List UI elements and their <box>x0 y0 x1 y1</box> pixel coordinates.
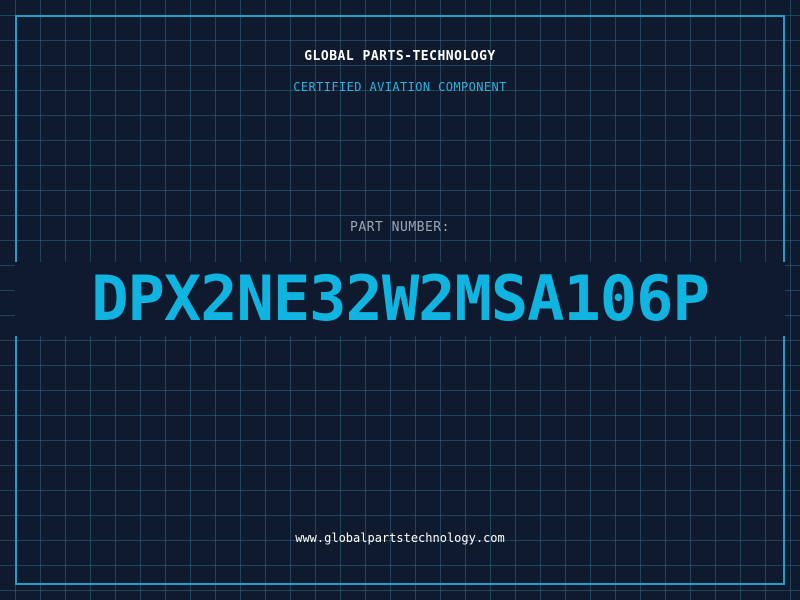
website-url: www.globalpartstechnology.com <box>295 531 505 545</box>
part-label-card: GLOBAL PARTS-TECHNOLOGY CERTIFIED AVIATI… <box>0 0 800 600</box>
certification-tagline: CERTIFIED AVIATION COMPONENT <box>293 80 507 94</box>
company-name: GLOBAL PARTS-TECHNOLOGY <box>304 49 496 64</box>
part-number-value: DPX2NE32W2MSA106P <box>91 262 710 335</box>
part-number-label: PART NUMBER: <box>350 220 450 235</box>
